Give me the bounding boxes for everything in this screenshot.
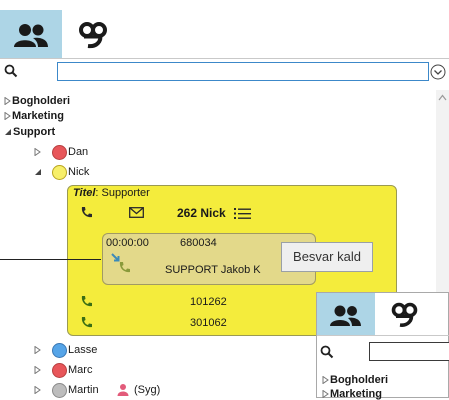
search-icon bbox=[4, 64, 18, 78]
callout-line bbox=[0, 259, 101, 260]
expand-arrow-icon[interactable] bbox=[34, 346, 41, 354]
member-name: Marc bbox=[68, 364, 93, 376]
collapse-arrow-icon[interactable] bbox=[4, 128, 12, 136]
status-dot bbox=[52, 363, 67, 378]
answer-call-button[interactable]: Besvar kald bbox=[281, 242, 373, 272]
member-status-note: (Syg) bbox=[134, 384, 161, 396]
expand-arrow-icon[interactable] bbox=[34, 366, 41, 374]
expand-arrow-icon[interactable] bbox=[322, 376, 329, 384]
phone-icon[interactable] bbox=[80, 295, 93, 308]
title-value: : Supporter bbox=[95, 187, 150, 199]
expand-arrow-icon[interactable] bbox=[4, 97, 11, 105]
tab-contacts[interactable] bbox=[0, 10, 62, 58]
scroll-up-icon[interactable] bbox=[438, 94, 447, 101]
phone-icon[interactable] bbox=[80, 316, 93, 329]
card-title: Titel: Supporter bbox=[73, 187, 150, 199]
status-dot bbox=[52, 165, 67, 180]
title-label: Titel bbox=[73, 187, 96, 199]
group-label: Marketing bbox=[330, 388, 382, 400]
call-duration: 00:00:00 bbox=[106, 237, 149, 249]
collapse-arrow-icon[interactable] bbox=[34, 168, 42, 176]
contacts-icon bbox=[14, 24, 48, 47]
phone-number[interactable]: 101262 bbox=[190, 296, 227, 308]
list-icon[interactable] bbox=[234, 207, 251, 220]
search-icon bbox=[320, 345, 334, 359]
group-label: Bogholderi bbox=[330, 374, 389, 386]
expand-arrow-icon[interactable] bbox=[34, 386, 41, 394]
group-label: Bogholderi bbox=[12, 95, 71, 107]
expand-arrow-icon[interactable] bbox=[4, 112, 11, 120]
voicemail-icon bbox=[79, 22, 107, 49]
expand-arrow-icon[interactable] bbox=[322, 390, 329, 398]
member-name: Nick bbox=[68, 166, 90, 178]
member-name: Martin bbox=[68, 384, 99, 396]
member-name: Dan bbox=[68, 146, 89, 158]
incoming-call-icon bbox=[111, 253, 130, 273]
voicemail-icon bbox=[391, 302, 418, 327]
search-input[interactable] bbox=[57, 62, 429, 81]
caller-number: 680034 bbox=[180, 237, 217, 249]
expand-arrow-icon[interactable] bbox=[34, 148, 41, 156]
contacts-icon bbox=[330, 305, 361, 326]
tab-voicemail[interactable] bbox=[62, 10, 124, 58]
popup-tab-contacts[interactable] bbox=[317, 293, 375, 335]
status-dot bbox=[52, 383, 67, 398]
status-dot bbox=[52, 343, 67, 358]
extension-label: 262 Nick bbox=[177, 206, 226, 220]
phone-number[interactable]: 301062 bbox=[190, 317, 227, 329]
popup-divider bbox=[317, 335, 449, 336]
member-name: Lasse bbox=[68, 344, 98, 356]
popup-tab-voicemail[interactable] bbox=[375, 293, 437, 335]
status-dot bbox=[52, 145, 67, 160]
popup-search-input[interactable] bbox=[369, 342, 449, 361]
group-label: Marketing bbox=[12, 110, 64, 122]
caller-name: SUPPORT Jakob K bbox=[165, 264, 261, 276]
group-label: Support bbox=[13, 126, 56, 138]
email-icon[interactable] bbox=[129, 207, 144, 218]
phone-icon[interactable] bbox=[80, 206, 93, 219]
chevron-down-icon[interactable] bbox=[430, 64, 446, 80]
person-icon bbox=[117, 384, 129, 396]
